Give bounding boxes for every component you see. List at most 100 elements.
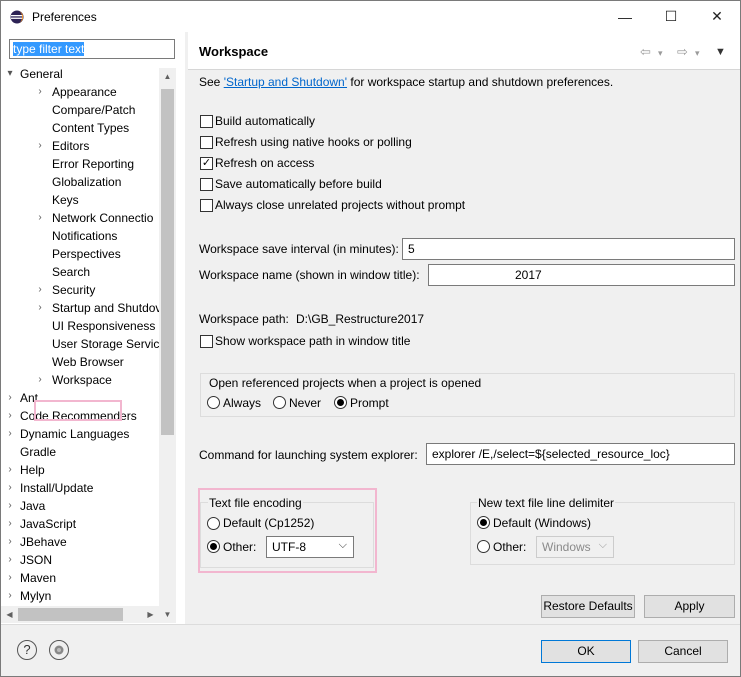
- close-button[interactable]: ✕: [694, 1, 740, 32]
- tree-item[interactable]: User Storage Service: [52, 335, 159, 353]
- left-panel: type filter text ▾ General › Appearance Comp…: [1, 32, 185, 624]
- cancel-button[interactable]: Cancel: [638, 640, 728, 663]
- scroll-down-icon[interactable]: ▼: [159, 606, 176, 623]
- tree-item[interactable]: Editors: [52, 137, 89, 155]
- open-referenced-radio[interactable]: [273, 396, 286, 409]
- tree-collapsed-icon[interactable]: ›: [5, 497, 15, 515]
- tree-collapsed-icon[interactable]: ›: [5, 479, 15, 497]
- tree-collapsed-icon[interactable]: ›: [5, 389, 15, 407]
- tree-item[interactable]: Maven: [20, 569, 56, 587]
- save-interval-input[interactable]: 5: [402, 238, 735, 260]
- hscroll-thumb[interactable]: [18, 608, 123, 621]
- tree-collapsed-icon[interactable]: ›: [5, 569, 15, 587]
- tree-item[interactable]: Network Connectio: [52, 209, 153, 227]
- open-referenced-option-label: Always: [223, 396, 262, 410]
- show-path-checkbox[interactable]: [200, 335, 213, 348]
- apply-button[interactable]: Apply: [644, 595, 735, 618]
- tree-item[interactable]: Java: [20, 497, 45, 515]
- import-export-icon[interactable]: [49, 640, 69, 660]
- tree-item[interactable]: Help: [20, 461, 45, 479]
- maximize-button[interactable]: ☐: [648, 1, 694, 32]
- command-input[interactable]: explorer /E,/select=${selected_resource_…: [426, 443, 735, 465]
- option-checkbox[interactable]: [200, 115, 213, 128]
- tree-collapsed-icon[interactable]: ›: [35, 371, 45, 389]
- tree-item[interactable]: Security: [52, 281, 95, 299]
- open-referenced-option-label: Prompt: [350, 396, 389, 410]
- startup-shutdown-link[interactable]: 'Startup and Shutdown': [224, 75, 347, 89]
- open-referenced-radio[interactable]: [207, 396, 220, 409]
- tree-item[interactable]: Workspace: [52, 371, 112, 389]
- delimiter-select: Windows ⌵: [536, 536, 614, 558]
- open-referenced-radio[interactable]: [334, 396, 347, 409]
- tree-item[interactable]: Mylyn: [20, 587, 51, 605]
- command-label: Command for launching system explorer:: [199, 448, 418, 462]
- tree-item[interactable]: General: [20, 65, 63, 83]
- scroll-thumb[interactable]: [161, 89, 174, 435]
- tree-item[interactable]: Web Browser: [52, 353, 124, 371]
- tree-item[interactable]: Search: [52, 263, 90, 281]
- tree-collapsed-icon[interactable]: ›: [35, 83, 45, 101]
- tree-item[interactable]: Content Types: [52, 119, 129, 137]
- workspace-name-input[interactable]: 2017: [428, 264, 735, 286]
- delimiter-default-radio[interactable]: [477, 516, 490, 529]
- tree-item[interactable]: Appearance: [52, 83, 117, 101]
- tree-collapsed-icon[interactable]: ›: [35, 299, 45, 317]
- tree-item[interactable]: Startup and Shutdov: [52, 299, 159, 317]
- tree-item[interactable]: UI Responsiveness M: [52, 317, 159, 335]
- tree-item[interactable]: Notifications: [52, 227, 117, 245]
- option-checkbox[interactable]: ✓: [200, 157, 213, 170]
- tree-item[interactable]: Gradle: [20, 443, 56, 461]
- tree-item[interactable]: Error Reporting: [52, 155, 134, 173]
- tree-collapsed-icon[interactable]: ›: [5, 587, 15, 605]
- back-menu-icon[interactable]: ▾: [658, 48, 663, 59]
- view-menu-icon[interactable]: ▼: [715, 46, 726, 58]
- open-referenced-legend: Open referenced projects when a project …: [208, 376, 483, 390]
- restore-defaults-button[interactable]: Restore Defaults: [541, 595, 635, 618]
- tree-item[interactable]: Compare/Patch: [52, 101, 135, 119]
- title-bar: Preferences — ☐ ✕: [1, 1, 740, 32]
- help-icon[interactable]: ?: [17, 640, 37, 660]
- option-checkbox-label: Save automatically before build: [215, 177, 382, 191]
- forward-menu-icon[interactable]: ▾: [695, 48, 700, 59]
- tree-item[interactable]: Install/Update: [20, 479, 93, 497]
- tree-collapsed-icon[interactable]: ›: [5, 425, 15, 443]
- scroll-up-icon[interactable]: ▲: [159, 68, 176, 85]
- eclipse-icon: [10, 10, 24, 24]
- tree-item[interactable]: Keys: [52, 191, 79, 209]
- filter-input[interactable]: type filter text: [9, 39, 175, 59]
- tree-collapsed-icon[interactable]: ›: [35, 137, 45, 155]
- encoding-highlight: [198, 488, 377, 573]
- selection-highlight: [34, 400, 122, 421]
- ok-button[interactable]: OK: [541, 640, 631, 663]
- dialog-footer: ? OK Cancel: [1, 624, 740, 676]
- option-checkbox-label: Always close unrelated projects without …: [215, 198, 466, 212]
- tree-item[interactable]: JavaScript: [20, 515, 76, 533]
- tree-expanded-icon[interactable]: ▾: [5, 65, 15, 83]
- tree-collapsed-icon[interactable]: ›: [5, 407, 15, 425]
- tree-collapsed-icon[interactable]: ›: [5, 551, 15, 569]
- tree-item[interactable]: JSON: [20, 551, 52, 569]
- tree-item[interactable]: Perspectives: [52, 245, 121, 263]
- option-checkbox[interactable]: [200, 199, 213, 212]
- tree-collapsed-icon[interactable]: ›: [35, 209, 45, 227]
- minimize-button[interactable]: —: [602, 1, 648, 32]
- scroll-right-icon[interactable]: ▶: [142, 606, 159, 623]
- tree-collapsed-icon[interactable]: ›: [5, 515, 15, 533]
- window-title: Preferences: [32, 10, 97, 24]
- back-arrow-icon[interactable]: ⇦: [640, 44, 651, 60]
- tree-item[interactable]: Globalization: [52, 173, 121, 191]
- tree-horizontal-scrollbar[interactable]: ◀ ▶: [1, 606, 159, 623]
- tree-item[interactable]: JBehave: [20, 533, 67, 551]
- delimiter-other-radio[interactable]: [477, 540, 490, 553]
- tree-item[interactable]: Dynamic Languages: [20, 425, 129, 443]
- tree-collapsed-icon[interactable]: ›: [5, 533, 15, 551]
- option-checkbox[interactable]: [200, 136, 213, 149]
- scroll-left-icon[interactable]: ◀: [1, 606, 18, 623]
- forward-arrow-icon[interactable]: ⇨: [677, 44, 688, 60]
- delimiter-other-label: Other:: [493, 540, 527, 554]
- intro-prefix: See: [199, 75, 224, 89]
- tree-collapsed-icon[interactable]: ›: [5, 461, 15, 479]
- tree-vertical-scrollbar[interactable]: ▲ ▼: [159, 68, 176, 623]
- option-checkbox[interactable]: [200, 178, 213, 191]
- tree-collapsed-icon[interactable]: ›: [35, 281, 45, 299]
